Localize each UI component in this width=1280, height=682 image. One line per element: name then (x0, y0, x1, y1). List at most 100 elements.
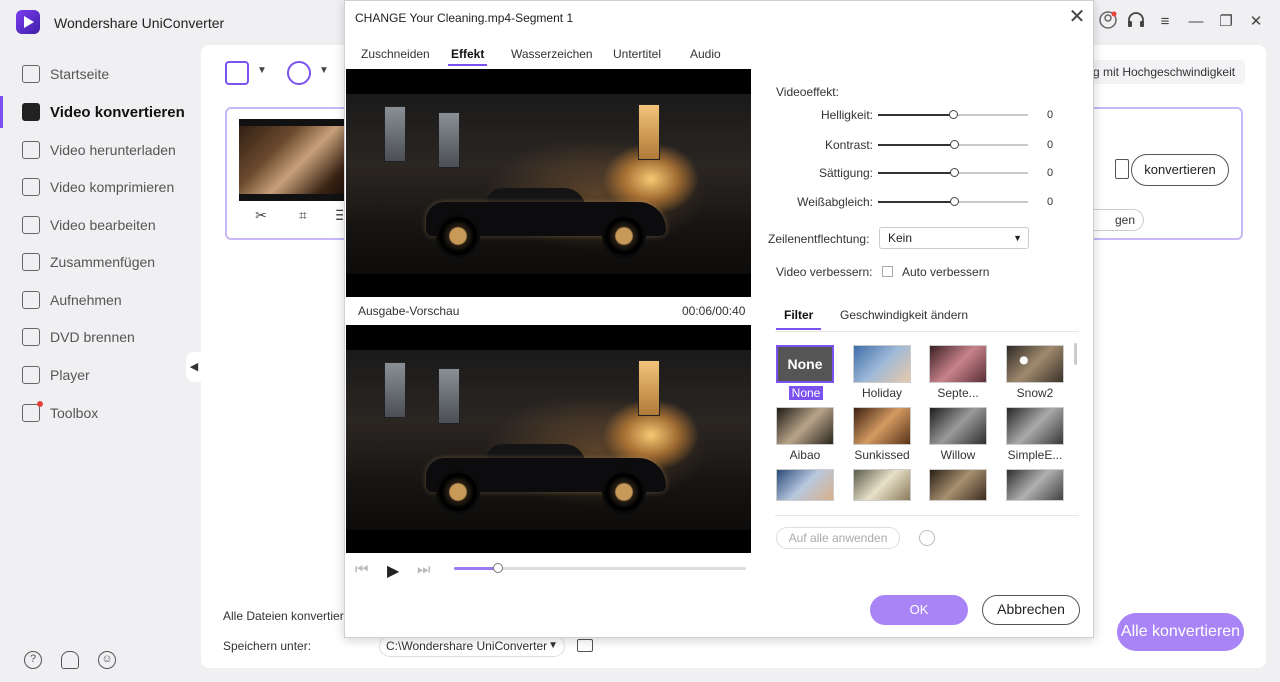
filter-thumbnail (929, 469, 987, 501)
filter-simple-elegant[interactable]: SimpleE... (1006, 407, 1066, 462)
output-settings-icon[interactable] (1115, 159, 1129, 179)
filter-sunkissed[interactable]: Sunkissed (853, 407, 913, 462)
saturation-slider-row: Sättigung: 0 (751, 164, 1093, 182)
auto-enhance-label[interactable]: Auto verbessern (902, 265, 989, 279)
close-icon[interactable]: ✕ (1067, 7, 1087, 27)
minimize-icon[interactable]: — (1184, 10, 1208, 34)
tab-watermark[interactable]: Wasserzeichen (511, 47, 593, 65)
save-path-select[interactable]: C:\Wondershare UniConverter ▼ (379, 635, 565, 657)
playback-progress-handle[interactable] (492, 563, 503, 573)
filter-scrollbar[interactable] (1074, 343, 1077, 365)
filter-holiday[interactable]: Holiday (853, 345, 913, 400)
feedback-icon[interactable]: ☺ (98, 651, 116, 669)
cancel-button[interactable]: Abbrechen (982, 595, 1080, 625)
sidebar-item-player[interactable]: Player (0, 357, 200, 393)
sidebar-item-video-compress[interactable]: Video komprimieren (0, 169, 200, 205)
previous-frame-icon[interactable]: ⏮ (355, 561, 369, 578)
timecode: 00:06/00:40 (682, 304, 746, 318)
effects-icon[interactable]: ☰ (335, 207, 343, 223)
tab-crop[interactable]: Zuschneiden (361, 47, 430, 65)
next-frame-icon[interactable]: ⏭ (417, 561, 431, 578)
filter-item[interactable] (1006, 469, 1066, 501)
tab-subtitle[interactable]: Untertitel (613, 47, 661, 65)
filter-item[interactable] (776, 469, 836, 501)
sidebar-item-video-convert[interactable]: Video konvertieren (0, 94, 200, 130)
brightness-slider[interactable] (878, 110, 1028, 119)
add-file-icon (225, 61, 249, 85)
subtab-speed[interactable]: Geschwindigkeit ändern (840, 308, 968, 322)
add-disc-button[interactable]: ▼ (287, 59, 335, 87)
original-preview (346, 69, 751, 297)
apply-to-all-button[interactable]: Auf alle anwenden (776, 527, 900, 549)
sidebar-item-video-download[interactable]: Video herunterladen (0, 132, 200, 168)
divider (775, 331, 1079, 332)
convert-button[interactable]: konvertieren (1131, 154, 1229, 186)
sidebar-item-label: Toolbox (50, 405, 99, 421)
sidebar-item-video-edit[interactable]: Video bearbeiten (0, 207, 200, 243)
headset-icon[interactable] (1124, 10, 1148, 34)
edit-dialog: CHANGE Your Cleaning.mp4-Segment 1 ✕ Zus… (344, 0, 1094, 638)
subtab-filter[interactable]: Filter (775, 308, 822, 330)
slider-label: Kontrast: (824, 138, 873, 152)
menu-icon[interactable]: ≡ (1153, 10, 1177, 34)
sidebar-item-label: Video komprimieren (50, 179, 175, 195)
sidebar-item-merge[interactable]: Zusammenfügen (0, 244, 200, 280)
slider-handle[interactable] (950, 197, 959, 206)
close-icon[interactable]: ✕ (1244, 10, 1268, 34)
playback-progress-fill (454, 567, 498, 570)
slider-handle[interactable] (948, 110, 958, 119)
filter-name: Aibao (789, 448, 821, 462)
tab-effect[interactable]: Effekt (447, 47, 488, 66)
play-icon[interactable]: ▶ (387, 561, 399, 581)
contrast-slider-row: Kontrast: 0 (751, 136, 1093, 154)
filter-snow2[interactable]: Snow2 (1006, 345, 1066, 400)
slider-fill (878, 144, 955, 146)
contrast-slider[interactable] (878, 140, 1028, 149)
filter-aibao[interactable]: Aibao (776, 407, 836, 462)
sidebar-item-dvd[interactable]: DVD brennen (0, 319, 200, 355)
slider-handle[interactable] (950, 168, 959, 177)
saturation-slider[interactable] (878, 168, 1028, 177)
playback-progress-bar[interactable] (454, 563, 746, 573)
slider-handle[interactable] (950, 140, 959, 149)
auto-enhance-checkbox[interactable] (882, 266, 893, 277)
bell-icon[interactable] (61, 651, 79, 669)
sidebar-collapse-button[interactable]: ◀ (186, 352, 202, 382)
filter-willow[interactable]: Willow (929, 407, 989, 462)
tab-audio[interactable]: Audio (690, 47, 721, 65)
white-balance-slider[interactable] (878, 197, 1028, 206)
filter-item[interactable] (853, 469, 913, 501)
slider-fill (878, 114, 953, 116)
filter-name: Snow2 (1016, 386, 1054, 400)
maximize-icon[interactable]: ❐ (1214, 10, 1238, 34)
deinterlace-label: Zeilenentflechtung: (768, 232, 870, 246)
deinterlace-value: Kein (888, 231, 913, 245)
ok-button[interactable]: OK (870, 595, 968, 625)
help-icon[interactable]: ? (24, 651, 42, 669)
player-icon (22, 366, 40, 384)
scissors-icon[interactable]: ✂ (253, 207, 269, 223)
crop-icon[interactable]: ⌗ (295, 207, 311, 223)
deinterlace-select[interactable]: Kein ▼ (879, 227, 1029, 249)
convert-all-files-label: Alle Dateien konvertiere (223, 609, 351, 623)
video-thumbnail[interactable] (239, 119, 349, 201)
add-files-button[interactable]: ▼ (225, 59, 273, 87)
filter-none[interactable]: None None (776, 345, 836, 400)
reset-icon[interactable] (919, 530, 935, 546)
sidebar-item-home[interactable]: Startseite (0, 56, 200, 92)
sidebar-item-label: Video herunterladen (50, 142, 176, 158)
filter-name: Willow (940, 448, 976, 462)
sidebar-item-record[interactable]: Aufnehmen (0, 282, 200, 318)
slider-fill (878, 201, 955, 203)
slider-label: Weißabgleich: (797, 195, 873, 209)
chevron-down-icon: ▼ (319, 65, 329, 76)
filter-september[interactable]: Septe... (929, 345, 989, 400)
convert-all-button[interactable]: Alle konvertieren (1117, 613, 1244, 651)
high-speed-toggle[interactable]: g mit Hochgeschwindigkeit (1083, 60, 1246, 84)
slider-value: 0 (1047, 196, 1054, 208)
filter-item[interactable] (929, 469, 989, 501)
avatar-icon[interactable] (1096, 10, 1120, 34)
filter-thumbnail (853, 469, 911, 501)
folder-icon[interactable] (577, 639, 593, 652)
sidebar-item-toolbox[interactable]: Toolbox (0, 395, 200, 431)
